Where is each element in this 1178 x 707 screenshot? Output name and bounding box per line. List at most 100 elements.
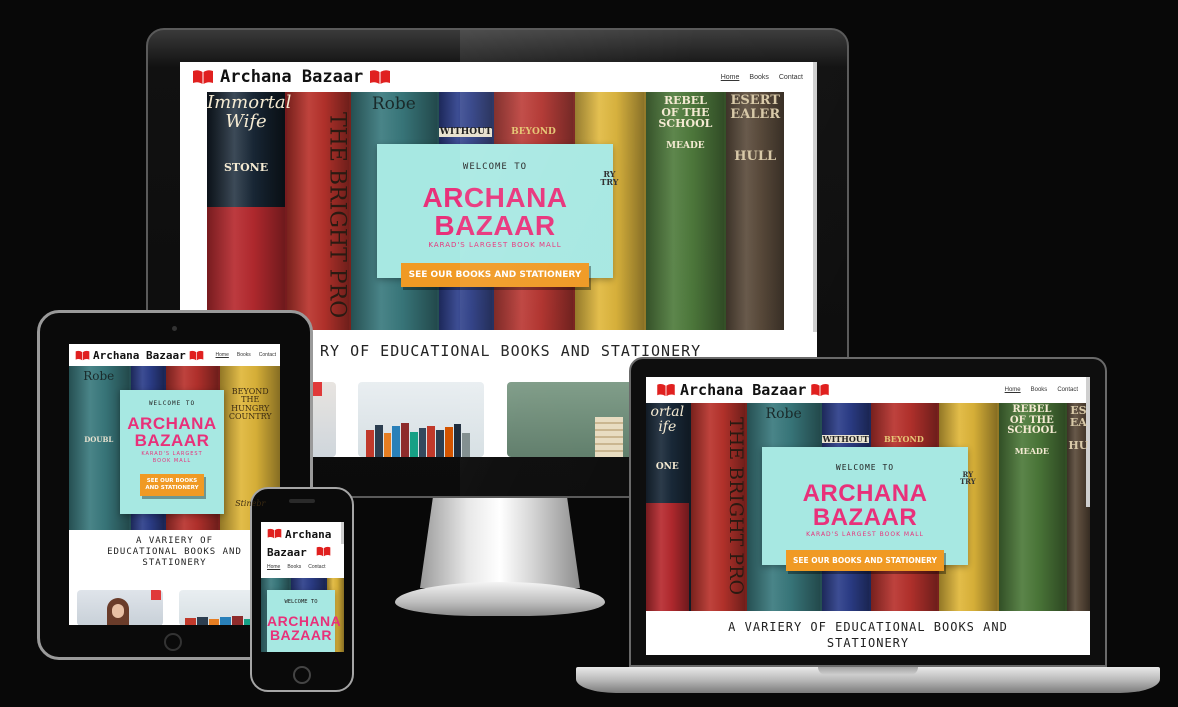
hero-title-line-2: BAZAAR [269, 627, 333, 643]
spine-ealer: EALER [730, 106, 781, 122]
welcome-label: WELCOME TO [284, 599, 318, 605]
hero-title-line-1: ARCHANA [127, 414, 217, 433]
hero-welcome-panel: WELCOME TO ARCHANA BAZAAR KARAD'S LARGES… [120, 390, 224, 514]
hero-welcome-panel: WELCOME TO ARCHANA BAZAAR KARAD'S LARGES… [762, 447, 968, 571]
tablet-website: Archana Bazaar Home Books Contact Robe D… [69, 344, 280, 625]
tagline: A VARIERY OF EDUCATIONAL BOOKS AND STATI… [646, 619, 1090, 651]
spine-meade: MEADE [666, 141, 705, 151]
scrollbar[interactable] [813, 62, 817, 332]
phone-home-button[interactable] [293, 666, 311, 684]
scrollbar[interactable] [341, 522, 344, 544]
spine-meade: MEADE [1014, 446, 1049, 456]
hero-subtitle-line-2: BOOK MALL [152, 458, 192, 464]
spine-robe: Robe [83, 369, 115, 383]
laptop-website: Archana Bazaar Home Books Contact ortal i… [646, 377, 1090, 655]
main-nav: Home Books Contact [212, 352, 276, 358]
hero-subtitle: KARAD'S LARGEST BOOK MALL [120, 451, 224, 465]
nav-books[interactable]: Books [749, 74, 768, 81]
spine-bright: THE BRIGHT PRO [324, 112, 350, 319]
site-header: Archana Bazaar Home Books Contact [646, 377, 1090, 403]
nav-contact[interactable]: Contact [779, 74, 803, 81]
nav-home[interactable]: Home [1005, 387, 1021, 393]
monitor-stand-base [395, 582, 605, 616]
cta-button[interactable]: SEE OUR BOOKS AND STATIONERY [140, 474, 204, 496]
site-brand[interactable]: Archana Bazaar [192, 67, 391, 87]
tagline-line-2: STATIONERY [826, 636, 910, 650]
nav-contact[interactable]: Contact [259, 352, 276, 358]
open-book-icon [192, 69, 214, 85]
phone-website: Archana Bazaar Home Books Contact WELCOM… [261, 522, 344, 652]
nav-contact[interactable]: Contact [1057, 387, 1078, 393]
cta-line-2: AND STATIONERY [145, 485, 199, 491]
hero-welcome-panel: WELCOME TO ARCHANA BAZAAR [267, 590, 342, 652]
site-header: Archana Bazaar Home Books Contact [180, 62, 817, 92]
feature-card-stack[interactable] [507, 382, 633, 457]
tagline-line-2: EDUCATIONAL BOOKS AND [107, 547, 242, 557]
site-header: Archana Bazaar Home Books Contact [69, 344, 280, 366]
spine-beyond: BEYOND [883, 434, 924, 444]
spine-hu: HU [1068, 438, 1089, 452]
spine-try: TRY [959, 477, 976, 487]
hero-welcome-panel: WELCOME TO ARCHANA BAZAAR KARAD'S LARGES… [377, 144, 613, 287]
site-header: Archana Bazaar Home Books Contact [261, 522, 344, 578]
nav-home[interactable]: Home [216, 352, 229, 358]
feature-card-person[interactable] [77, 590, 163, 625]
nav-contact[interactable]: Contact [308, 564, 325, 570]
main-nav: Home Books Contact [995, 387, 1078, 393]
spine-hull: HULL [734, 149, 777, 164]
hero-banner: Robe DOUBL BEYOND THE HUNGRY COUNTRY Stineb… [69, 366, 280, 530]
site-brand[interactable]: Archana Bazaar [75, 349, 204, 362]
hero-subtitle: KARAD'S LARGEST BOOK MALL [806, 531, 924, 538]
spine-ea: EA [1069, 415, 1087, 429]
open-book-icon [189, 350, 204, 361]
spine-try: TRY [600, 177, 619, 188]
brand-name: Archana Bazaar [220, 67, 364, 87]
feature-card-books[interactable] [358, 382, 484, 457]
brand-name-line-2: Bazaar [267, 546, 307, 559]
spine-beyond: BEYOND [511, 127, 556, 137]
tablet-camera [172, 326, 177, 331]
hero-title: ARCHANA BAZAAR [802, 480, 928, 531]
laptop-notch [818, 667, 918, 675]
spine-rebel: REBEL [1012, 404, 1052, 415]
spine-country: COUNTRY [228, 412, 272, 422]
tablet-home-button[interactable] [164, 633, 182, 651]
spine-of-the: OF THE [1009, 414, 1054, 426]
monitor-stand-neck [420, 498, 580, 588]
cta-button[interactable]: SEE OUR BOOKS AND STATIONERY [400, 263, 590, 287]
open-book-icon [656, 383, 676, 397]
spine-wife: Wife [225, 110, 267, 132]
hero-title-line-1: ARCHANA [267, 613, 342, 629]
spine-immortal: Immortal [207, 92, 292, 113]
hero-title: ARCHANA BAZAAR [120, 415, 224, 449]
brand-name: Archana Bazaar [680, 381, 807, 399]
brand-name-line-1: Archana [285, 528, 332, 541]
nav-books[interactable]: Books [237, 352, 251, 358]
phone-speaker [289, 499, 315, 503]
spine-doubl: DOUBL [84, 435, 114, 444]
hero-title: ARCHANA BAZAAR [422, 182, 568, 241]
spine-school: SCHOOL [658, 117, 713, 131]
open-book-icon [75, 350, 90, 361]
spine-without: WITHOUT [439, 127, 493, 138]
spine-without: WITHOUT [822, 434, 869, 444]
tagline-line-1: A VARIERY OF EDUCATIONAL BOOKS AND [728, 620, 1008, 634]
hero-subtitle-line-1: KARAD'S LARGEST [141, 451, 203, 457]
tagline-line-1: A VARIERY OF [135, 536, 214, 546]
welcome-label: WELCOME TO [148, 400, 196, 407]
hero-banner: Immortal Wife STONE THE BRIGHT PRO Robe W… [207, 92, 784, 330]
open-book-icon [810, 383, 830, 397]
nav-home[interactable]: Home [267, 564, 280, 570]
spine-stone: STONE [223, 161, 269, 174]
hero-subtitle: KARAD'S LARGEST BOOK MALL [428, 241, 562, 249]
site-brand[interactable]: Archana Bazaar [267, 526, 344, 562]
spine-robe: Robe [371, 94, 416, 114]
cta-button[interactable]: SEE OUR BOOKS AND STATIONERY [786, 550, 944, 571]
feature-card-1[interactable] [310, 382, 336, 457]
spine-stinebr: Stinebr [235, 499, 266, 508]
nav-books[interactable]: Books [287, 564, 301, 570]
cta-line-1: SEE OUR BOOKS [146, 478, 198, 484]
nav-books[interactable]: Books [1031, 387, 1048, 393]
site-brand[interactable]: Archana Bazaar [656, 381, 830, 399]
nav-home[interactable]: Home [721, 74, 740, 81]
